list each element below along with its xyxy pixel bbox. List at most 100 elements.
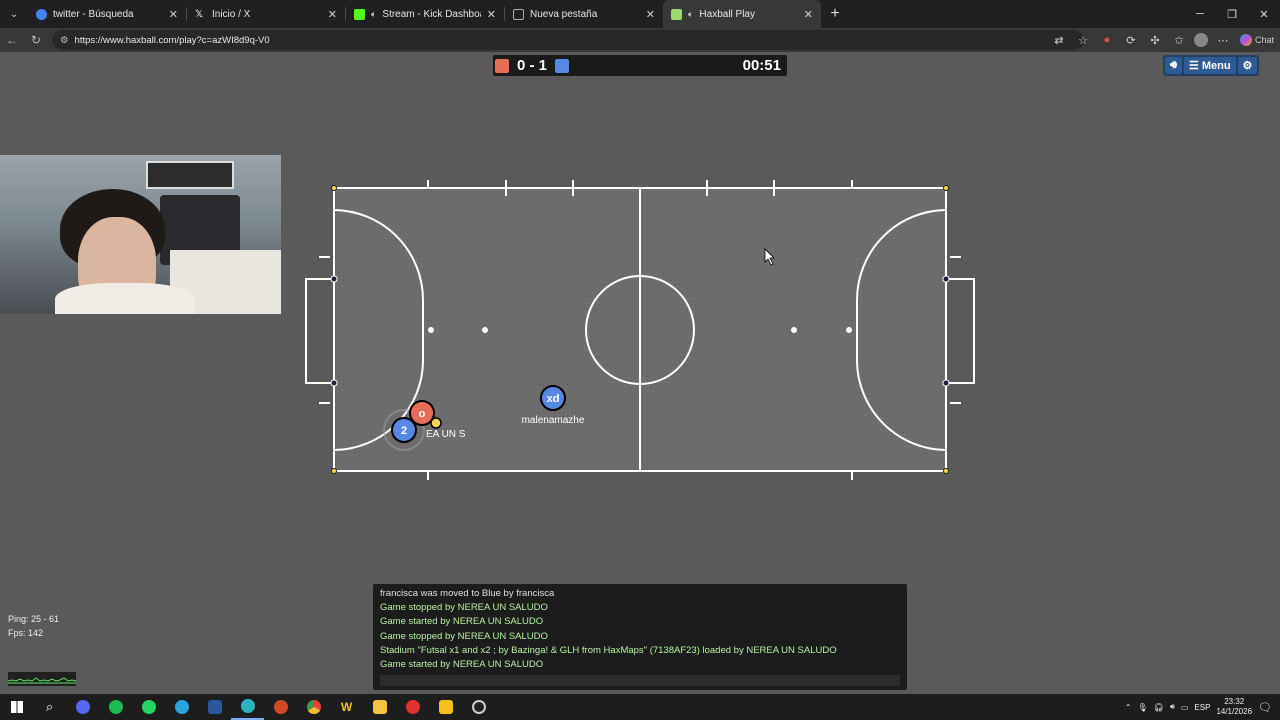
search-icon[interactable]: ⌕ xyxy=(33,694,66,720)
speaker-icon: 🔈︎ xyxy=(688,8,694,19)
back-arrow-icon[interactable]: ← xyxy=(0,28,24,52)
site-info-icon[interactable]: ⚙ xyxy=(60,35,69,46)
player-red-disc xyxy=(409,400,435,426)
whatsapp-icon[interactable] xyxy=(132,694,165,720)
winamp-icon[interactable]: W xyxy=(330,694,363,720)
player-blue-avatar: xd xyxy=(547,393,560,405)
chrome-icon[interactable] xyxy=(297,694,330,720)
powerpoint-icon[interactable] xyxy=(264,694,297,720)
chat-message: Game stopped by NEREA UN SALUDO xyxy=(380,630,548,642)
close-tab-icon[interactable]: ✕ xyxy=(487,8,496,21)
goal-post xyxy=(942,275,950,283)
chat-panel: francisca was moved to Blue by francisca… xyxy=(373,584,907,690)
tab-title: Haxball Play xyxy=(699,8,755,20)
telegram-icon[interactable] xyxy=(165,694,198,720)
minimize-icon[interactable]: ─ xyxy=(1184,0,1216,28)
more-menu-icon[interactable]: ⋯ xyxy=(1214,31,1232,49)
corner-post xyxy=(943,185,949,191)
settings-gear-button[interactable]: ⚙ xyxy=(1237,57,1258,74)
spotify-icon[interactable] xyxy=(99,694,132,720)
corner-post xyxy=(943,468,949,474)
clock[interactable]: 23:32 14/1/2026 xyxy=(1216,697,1252,717)
center-circle xyxy=(585,275,695,385)
chat-input[interactable] xyxy=(380,675,900,686)
toolbar-actions: ⇄ ☆ ● ⟳ ✣ ✩ ⋯ Chat xyxy=(1050,28,1276,52)
red-team-square xyxy=(495,58,509,73)
pitch-boundary xyxy=(333,187,947,472)
tab-title: Stream - Kick Dashboard xyxy=(382,8,480,20)
close-tab-icon[interactable]: ✕ xyxy=(169,8,178,21)
right-penalty-arc xyxy=(856,209,947,451)
fps-readout: Fps: 142 xyxy=(8,628,44,638)
score-bar: 0 - 1 00:51 xyxy=(493,55,787,76)
player-blue-name: malenamazhe xyxy=(522,415,585,426)
tab-search-chevron-icon[interactable]: ⌄ xyxy=(0,0,28,28)
browser-tab[interactable]: 𝕏 Inicio / X ✕ xyxy=(187,0,345,28)
folder-icon[interactable] xyxy=(363,694,396,720)
webcam-overlay xyxy=(0,155,281,314)
maximize-icon[interactable]: ❐ xyxy=(1216,0,1248,28)
tab-title: twitter - Búsqueda xyxy=(53,8,134,20)
profile-avatar[interactable] xyxy=(1193,33,1208,47)
system-tray: ⌃ 🎙︎ 🎧︎ 🔊︎ ▭ ESP 23:32 14/1/2026 🗨︎ xyxy=(1125,694,1280,720)
new-tab-button[interactable]: + xyxy=(821,0,849,28)
penalty-spot xyxy=(482,327,488,333)
address-bar[interactable]: ⚙ https://www.haxball.com/play?c=azWI8d9… xyxy=(52,30,1084,50)
mouse-cursor-icon xyxy=(764,248,775,266)
pitch-surface xyxy=(334,188,946,471)
copilot-chat-button[interactable]: Chat xyxy=(1238,31,1276,49)
kick-studio-icon[interactable] xyxy=(429,694,462,720)
sound-toggle-button[interactable]: 🔊︎ xyxy=(1165,57,1182,74)
close-window-icon[interactable]: ✕ xyxy=(1248,0,1280,28)
game-timer: 00:51 xyxy=(742,57,781,74)
kick-range-ring xyxy=(383,409,425,451)
extension-red-icon[interactable]: ● xyxy=(1098,31,1116,49)
browser-tab-active[interactable]: 🔈︎ Haxball Play ✕ xyxy=(663,0,821,28)
word-icon[interactable] xyxy=(198,694,231,720)
edge-icon[interactable] xyxy=(231,694,264,720)
close-tab-icon[interactable]: ✕ xyxy=(646,8,655,21)
clock-time: 23:32 xyxy=(1224,697,1245,706)
ball xyxy=(430,417,442,429)
translate-icon[interactable]: ⇄ xyxy=(1050,31,1068,49)
keyboard-language[interactable]: ESP xyxy=(1194,703,1210,712)
app-red-icon[interactable] xyxy=(396,694,429,720)
extension-icon[interactable]: ⟳ xyxy=(1122,31,1140,49)
tray-expand-icon[interactable]: ⌃ xyxy=(1125,703,1132,712)
menu-label: Menu xyxy=(1201,59,1231,72)
volume-icon[interactable]: 🔊︎ xyxy=(1170,702,1175,712)
browser-tab[interactable]: twitter - Búsqueda ✕ xyxy=(28,0,186,28)
penalty-spot xyxy=(846,327,852,333)
network-icon[interactable]: ▭ xyxy=(1181,703,1189,712)
obs-icon[interactable] xyxy=(462,694,495,720)
microphone-icon[interactable]: 🎙︎ xyxy=(1138,703,1148,712)
menu-button[interactable]: ☰ Menu xyxy=(1183,57,1236,74)
chat-message: francisca was moved to Blue by francisca xyxy=(380,588,555,599)
browser-tab-bar: ⌄ twitter - Búsqueda ✕ 𝕏 Inicio / X ✕ 🔈︎… xyxy=(0,0,1280,28)
left-penalty-arc xyxy=(333,209,424,451)
windows-taskbar: ⌕ W ⌃ 🎙︎ 🎧︎ 🔊︎ ▭ ESP 23:32 14/1/2026 🗨︎ xyxy=(0,694,1280,720)
browser-tab[interactable]: Nueva pestaña ✕ xyxy=(505,0,663,28)
clock-date: 14/1/2026 xyxy=(1216,707,1253,716)
kick-logo-icon xyxy=(354,8,365,20)
ping-readout: Ping: 25 - 61 xyxy=(8,614,60,624)
reload-icon[interactable]: ↻ xyxy=(24,28,48,52)
close-tab-icon[interactable]: ✕ xyxy=(804,8,813,21)
close-tab-icon[interactable]: ✕ xyxy=(328,8,337,21)
browser-toolbar: ← ↻ ⚙ https://www.haxball.com/play?c=azW… xyxy=(0,28,1280,52)
extensions-puzzle-icon[interactable]: ✣ xyxy=(1146,31,1164,49)
start-icon[interactable] xyxy=(0,694,33,720)
newtab-icon xyxy=(513,8,524,20)
favorites-icon[interactable]: ✩ xyxy=(1170,31,1188,49)
player-blue-disc xyxy=(540,385,566,411)
window-controls: ─ ❐ ✕ xyxy=(1184,0,1280,28)
copilot-label: Chat xyxy=(1254,35,1274,45)
browser-tab[interactable]: 🔈︎ Stream - Kick Dashboard ✕ xyxy=(346,0,504,28)
copilot-icon xyxy=(1239,34,1252,46)
url-text: https://www.haxball.com/play?c=azWI8d9q-… xyxy=(74,34,270,46)
notifications-icon[interactable]: 🗨︎ xyxy=(1258,701,1272,714)
chat-message: Game stopped by NEREA UN SALUDO xyxy=(380,602,548,614)
headset-icon[interactable]: 🎧︎ xyxy=(1154,703,1164,712)
discord-icon[interactable] xyxy=(66,694,99,720)
bookmark-star-icon[interactable]: ☆ xyxy=(1074,31,1092,49)
